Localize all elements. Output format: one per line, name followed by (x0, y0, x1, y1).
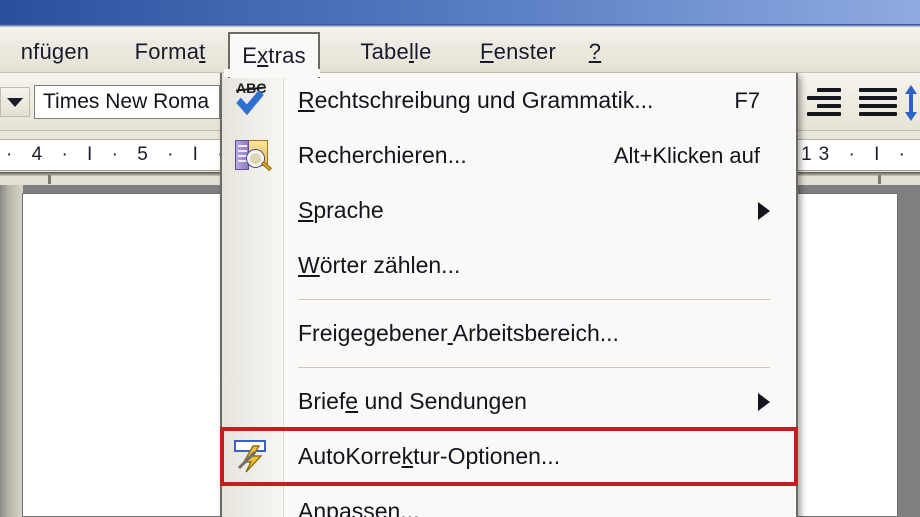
menubar-item-format[interactable]: Format (120, 32, 220, 72)
align-justify-icon[interactable] (856, 83, 900, 121)
research-book-icon (233, 137, 273, 175)
menubar-item-label: Fenster (480, 39, 556, 64)
menubar-item-nf-gen[interactable]: nfügen (0, 32, 110, 72)
menu-item-label: Briefe und Sendungen (298, 388, 527, 414)
menu-item-accelerator: F7 (734, 87, 760, 113)
menu-item-label: Anpassen... (298, 498, 420, 517)
align-right-icon[interactable] (800, 83, 844, 121)
menubar-item-label: nfügen (20, 39, 90, 64)
menu-item-briefe-und-sendungen[interactable]: Briefe und Sendungen (222, 374, 796, 429)
document-left-gutter (0, 185, 23, 517)
menu-item-freigegebener-arbeitsbereich[interactable]: Freigegebener Arbeitsbereich... (222, 306, 796, 361)
chevron-down-icon[interactable] (0, 87, 30, 117)
menu-item-icon-slot (222, 238, 284, 293)
menu-item-icon-slot (222, 374, 284, 429)
menu-item-label: Rechtschreibung und Grammatik... (298, 87, 654, 113)
font-name-input[interactable]: Times New Roma (34, 85, 220, 119)
menu-item-label: Sprache (298, 197, 384, 223)
menu-separator (298, 299, 770, 300)
menu-item-recherchieren[interactable]: Recherchieren... Alt+Klicken auf (222, 128, 796, 183)
font-name-value: Times New Roma (43, 90, 210, 113)
menu-item-sprache[interactable]: Sprache (222, 183, 796, 238)
menu-item-icon-slot (222, 183, 284, 238)
menu-item-rechtschreibung-und-grammatik[interactable]: ABC Rechtschreibung und Grammatik... F7 (222, 73, 796, 128)
menu-item-icon-slot (222, 484, 284, 517)
word-application-window: nfügen Format Extras Tabelle Fenster? Times … (0, 0, 920, 517)
menu-item-label: Freigegebener Arbeitsbereich... (298, 320, 619, 346)
ruler-tab-stop[interactable] (48, 175, 51, 184)
menu-item-icon-slot (222, 429, 284, 484)
menu-item-icon-slot (222, 306, 284, 361)
spellcheck-abc-icon: ABC (233, 80, 273, 120)
menubar-item-label: Tabelle (360, 39, 432, 64)
menubar-item-label: Extras (242, 43, 306, 68)
menu-bar: nfügen Format Extras Tabelle Fenster? (0, 27, 920, 78)
menu-item-worter-zahlen[interactable]: Wörter zählen... (222, 238, 796, 293)
menu-item-label: AutoKorrektur-Optionen... (298, 443, 561, 469)
autocorrect-bolt-icon (233, 438, 273, 476)
menubar-item-label: ? (588, 39, 602, 64)
menubar-item-[interactable]: ? (580, 32, 610, 72)
menu-item-anpassen[interactable]: Anpassen... (222, 484, 796, 517)
menu-item-accelerator: Alt+Klicken auf (613, 142, 760, 168)
chevron-down-glyph (7, 97, 23, 107)
menubar-item-fenster[interactable]: Fenster (462, 32, 574, 72)
menubar-item-label: Format (134, 39, 206, 64)
menu-item-icon-slot (222, 128, 284, 183)
menu-separator (298, 367, 770, 368)
menu-item-label: Recherchieren... (298, 142, 467, 168)
menu-item-label: Wörter zählen... (298, 252, 461, 278)
submenu-arrow-icon (758, 201, 770, 220)
menu-item-autokorrektur-optionen[interactable]: AutoKorrektur-Optionen... (220, 427, 798, 486)
submenu-arrow-icon (758, 392, 770, 411)
menu-tab-connector (224, 69, 320, 77)
menu-item-icon-slot: ABC (222, 73, 284, 128)
ruler-tab-stop[interactable] (878, 175, 881, 184)
line-spacing-icon[interactable] (898, 83, 920, 123)
title-bar (0, 0, 920, 24)
menubar-item-tabelle[interactable]: Tabelle (340, 32, 452, 72)
extras-dropdown-menu[interactable]: ABC Rechtschreibung und Grammatik... F7 Rec… (220, 73, 798, 517)
